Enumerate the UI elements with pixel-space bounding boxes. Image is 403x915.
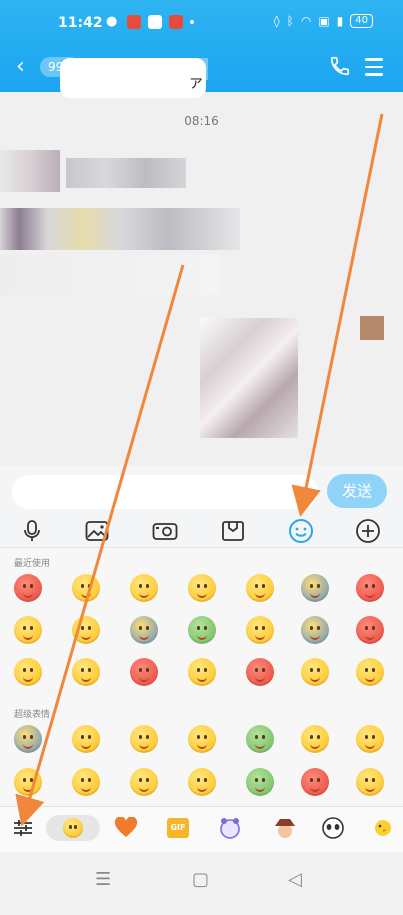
recent-emoji[interactable] [72, 574, 100, 602]
recent-emoji[interactable] [130, 574, 158, 602]
signal-icon: ▮ [336, 14, 344, 28]
recent-emoji[interactable] [188, 574, 216, 602]
recents-icon[interactable]: ☰ [95, 869, 111, 890]
bird-tab-icon[interactable] [370, 815, 396, 841]
super-emoji[interactable] [14, 768, 42, 796]
redacted-message-bubble [0, 255, 220, 295]
message-timestamp: 08:16 [184, 114, 219, 128]
heart-tab-icon[interactable] [113, 815, 139, 841]
redacted-message-text [66, 158, 186, 188]
image-icon[interactable] [83, 518, 111, 544]
settings-sliders-icon[interactable] [10, 815, 36, 841]
camera-icon[interactable] [151, 518, 179, 544]
character-tab-icon[interactable] [217, 815, 243, 841]
recent-emoji[interactable] [130, 616, 158, 644]
more-notifications-dot [190, 20, 194, 24]
redacted-avatar [0, 150, 60, 192]
recent-emoji[interactable] [301, 616, 329, 644]
back-triangle-icon[interactable]: ◁ [288, 869, 302, 890]
super-emoji[interactable] [130, 768, 158, 796]
chevron-left-icon[interactable]: ‹ [16, 56, 25, 78]
recent-emoji[interactable] [188, 658, 216, 686]
redacted-avatar-right [360, 316, 384, 340]
gif-label: GIF [167, 818, 189, 838]
phone-icon[interactable] [329, 55, 351, 77]
message-bubble[interactable]: ァ [60, 58, 206, 98]
send-button[interactable]: 发送 [327, 474, 387, 508]
super-emoji[interactable] [188, 725, 216, 753]
super-emoji[interactable] [14, 725, 42, 753]
recent-emoji-label: 最近使用 [14, 559, 51, 569]
file-box-icon[interactable] [219, 518, 247, 544]
app-notification-icon [169, 15, 183, 29]
super-emoji[interactable] [246, 768, 274, 796]
recent-emoji[interactable] [14, 658, 42, 686]
recent-emoji[interactable] [188, 616, 216, 644]
recent-emoji[interactable] [246, 658, 274, 686]
super-emoji[interactable] [356, 725, 384, 753]
super-emoji[interactable] [72, 725, 100, 753]
recent-emoji[interactable] [130, 658, 158, 686]
system-status: ◊ ᛒ ◠ ▣ ▮ 40 [274, 14, 373, 28]
hamburger-menu-icon[interactable] [365, 58, 383, 81]
status-bar: 11:42 ● ◊ ᛒ ◠ ▣ ▮ 40 [0, 0, 403, 40]
wifi-icon: ◠ [300, 14, 312, 28]
drop-icon: ◊ [273, 14, 280, 28]
app-notification-icon [127, 15, 141, 29]
recent-emoji[interactable] [246, 616, 274, 644]
recent-emoji[interactable] [301, 658, 329, 686]
redacted-image[interactable] [200, 318, 298, 438]
super-emoji-label: 超级表情 [14, 710, 51, 720]
message-input[interactable] [12, 475, 318, 509]
super-emoji[interactable] [356, 768, 384, 796]
composer-toolbar [0, 515, 403, 547]
hat-character-tab-icon[interactable] [272, 815, 298, 841]
super-emoji[interactable] [246, 725, 274, 753]
redacted-message [0, 208, 240, 250]
super-emoji[interactable] [72, 768, 100, 796]
panda-tab-icon[interactable] [320, 815, 346, 841]
super-emoji[interactable] [301, 768, 329, 796]
recent-emoji[interactable] [72, 658, 100, 686]
recent-emoji[interactable] [301, 574, 329, 602]
smiley-tab-icon[interactable] [46, 815, 100, 841]
super-emoji[interactable] [130, 725, 158, 753]
recent-emoji[interactable] [246, 574, 274, 602]
status-time: 11:42 [58, 15, 103, 31]
hd-icon: ▣ [318, 14, 330, 28]
notification-icons: ● [106, 15, 194, 29]
emoji-icon[interactable] [287, 518, 315, 544]
recent-emoji[interactable] [14, 574, 42, 602]
bluetooth-icon: ᛒ [286, 14, 294, 28]
gif-tab-icon[interactable]: GIF [165, 815, 191, 841]
plus-icon[interactable] [354, 518, 382, 544]
home-icon[interactable]: ▢ [192, 869, 209, 890]
recent-emoji[interactable] [72, 616, 100, 644]
recent-emoji[interactable] [356, 658, 384, 686]
super-emoji[interactable] [188, 768, 216, 796]
bubble-text-fragment: ァ [188, 72, 205, 91]
microphone-icon[interactable] [18, 518, 46, 544]
super-emoji[interactable] [301, 725, 329, 753]
recent-emoji[interactable] [356, 616, 384, 644]
app-notification-icon [148, 15, 162, 29]
wechat-notification-icon: ● [106, 14, 118, 29]
battery-indicator: 40 [350, 14, 373, 28]
recent-emoji[interactable] [356, 574, 384, 602]
recent-emoji[interactable] [14, 616, 42, 644]
